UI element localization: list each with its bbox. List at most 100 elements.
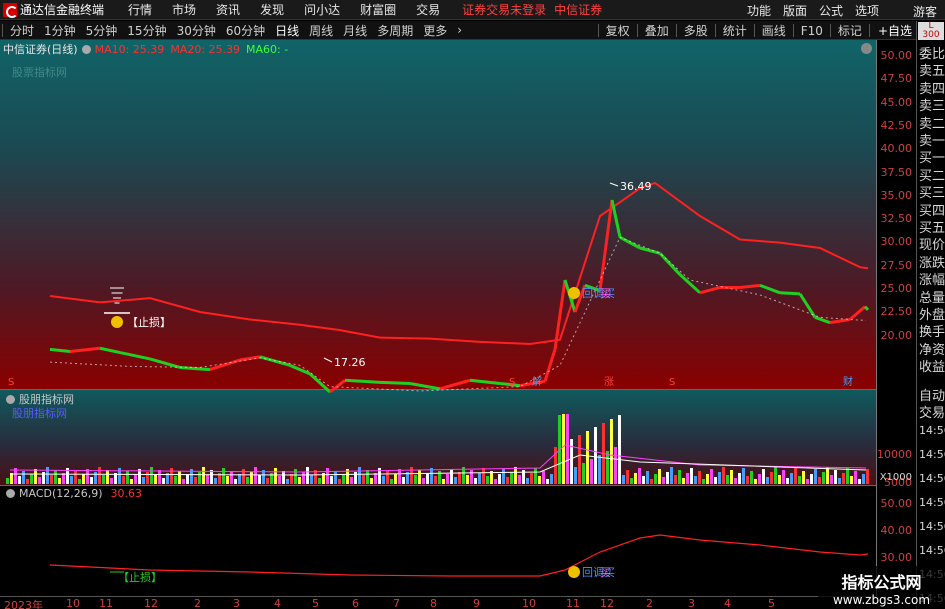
price-segment [658,252,682,276]
price-segment [678,273,702,294]
volume-bar [394,474,397,484]
volume-bar [810,474,813,484]
trade-time: 14:56 [919,544,945,557]
volume-bar [182,479,185,484]
trade-label[interactable]: 交易 [919,402,945,421]
quote-field-label: 涨跌 [919,255,945,271]
price-segment [619,236,641,250]
price-segment [329,379,346,394]
dropdown-icon[interactable] [81,44,91,54]
volume-bar [618,415,621,484]
volume-bar [210,470,213,484]
volume-bar [282,471,285,484]
main-chart-title: 中信证券(日线) MA10: 25.39 MA20: 25.39 MA60: - [0,41,288,57]
volume-bar [158,470,161,484]
trade-time: 14:56 [919,448,945,461]
volume-bar [434,476,437,484]
volume-bar [58,478,61,484]
watermark-ad: 指标公式网 www.zbgs3.com [818,566,945,609]
volume-bar [754,479,757,484]
volume-bar [122,476,125,484]
event-marker: S [509,377,515,388]
price-segment [779,291,801,296]
volume-bar [590,459,593,484]
volume-bar [510,472,513,484]
dropdown-icon[interactable] [6,489,15,498]
volume-bar [562,414,565,484]
upper-band-line [49,181,869,346]
volume-bar [126,471,129,484]
quote-field-label: 换手 [919,325,945,341]
volume-bar [850,476,853,484]
ad-url: www.zbgs3.com [832,593,931,607]
volume-bar [674,475,677,484]
close-icon[interactable] [861,43,872,54]
volume-bar [150,467,153,484]
volume-bar [466,475,469,484]
price-segment [829,317,851,325]
volume-bar [734,478,737,484]
volume-bar [90,477,93,484]
volume-bar [858,479,861,484]
volume-bar [598,455,601,484]
buy-icon [568,287,580,299]
volume-bar [306,467,309,484]
volume-bar [750,471,753,484]
guest-user[interactable]: 游客 [913,3,937,20]
volume-bar [454,477,457,484]
quote-field-label: 买五 [919,221,945,236]
volume-bar [430,468,433,484]
volume-bar [550,474,553,484]
volume-bar [818,477,821,484]
volume-bar [582,463,585,484]
volume-bar [18,476,21,484]
volume-bar [446,474,449,484]
volume-bar [110,478,113,484]
price-segment [409,381,441,391]
volume-bar [450,469,453,484]
price-segment [149,357,181,369]
volume-bar [786,478,789,484]
volume-bar [186,474,189,484]
volume-bar [710,469,713,484]
volume-bar [530,473,533,484]
volume-bar [546,479,549,484]
volume-bar [822,472,825,484]
quote-field-label: 卖三 [919,99,945,115]
volume-bar [722,467,725,484]
volume-bar [746,476,749,484]
volume-bar [738,473,741,484]
volume-bar [626,470,629,484]
price-segment [699,286,721,295]
quote-field-label: 买四 [919,203,945,219]
volume-bar [154,475,157,484]
volume-bar [518,475,521,484]
volume-bar [82,474,85,484]
volume-bar [506,477,509,484]
volume-bar [782,470,785,484]
price-segment [289,363,311,376]
dropdown-icon[interactable] [6,394,15,404]
volume-bar [610,419,613,484]
trade-time: 14:56 [919,496,945,509]
volume-ma-line [9,444,867,473]
volume-bar [638,468,641,484]
volume-bar [50,475,53,484]
volume-bar [162,478,165,484]
volume-bar [814,469,817,484]
volume-bar [374,473,377,484]
volume-bar [670,467,673,484]
stop-loss-label: 【止损】 [127,315,171,329]
volume-bar [358,467,361,484]
volume-bar [170,468,173,484]
volume-bar [366,470,369,484]
low-price-label: 17.26 [334,356,366,369]
volume-bar [770,472,773,484]
volume-bar [206,475,209,484]
quote-field-label: 收益 [919,360,945,376]
chart-canvas: 36.4917.26【止损】回调买买S S 解涨 S 财【止损】 回调买买 [6,180,870,584]
macd-stop-loss-label: 【止损】 [118,570,162,584]
volume-bar [642,476,645,484]
quote-badge[interactable]: L 300 [918,22,944,40]
volume-bar [202,467,205,484]
